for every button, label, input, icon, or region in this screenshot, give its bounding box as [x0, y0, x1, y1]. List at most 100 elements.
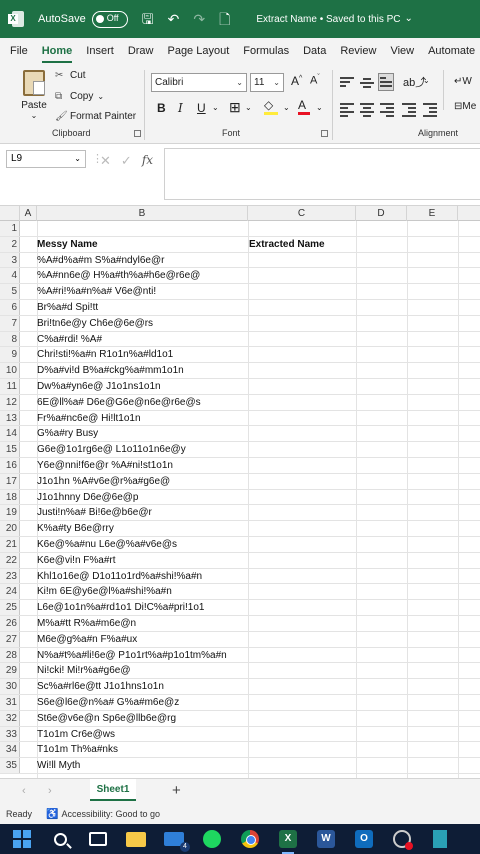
save-icon[interactable]: 🖫: [142, 12, 154, 26]
clipboard-launcher-icon[interactable]: [134, 130, 141, 137]
column-header-a[interactable]: A: [20, 206, 37, 221]
tab-review[interactable]: Review: [333, 38, 383, 64]
tab-data[interactable]: Data: [296, 38, 333, 64]
fill-color-chevron-icon[interactable]: ⌄: [283, 103, 290, 112]
cell-b[interactable]: K6e@vi!n F%a#rt: [37, 553, 116, 568]
row-header[interactable]: 5: [0, 284, 20, 299]
tab-home[interactable]: Home: [35, 38, 80, 64]
cell-b[interactable]: J1o1hnny D6e@6e@p: [37, 490, 138, 505]
tab-insert[interactable]: Insert: [79, 38, 121, 64]
cell-b[interactable]: 6E@ll%a# D6e@G6e@n6e@r6e@s: [37, 395, 201, 410]
cell-b[interactable]: L6e@1o1n%a#rd1o1 Di!C%a#pri!1o1: [37, 600, 205, 615]
new-document-icon[interactable]: 🗋: [219, 12, 230, 26]
paste-button[interactable]: Paste ⌄: [20, 70, 48, 120]
row-header[interactable]: 20: [0, 521, 20, 536]
file-explorer-button[interactable]: [124, 827, 148, 851]
cell-b[interactable]: Fr%a#nc6e@ Hi!lt1o1n: [37, 411, 141, 426]
app-taskbar-button[interactable]: [428, 827, 452, 851]
copy-button[interactable]: ⧉ Copy ⌄: [55, 91, 104, 102]
select-all-corner[interactable]: [0, 206, 20, 221]
column-header-e[interactable]: E: [407, 206, 458, 221]
wrap-text-button[interactable]: ↵W: [454, 76, 472, 87]
row-header[interactable]: 31: [0, 694, 20, 710]
chrome-button[interactable]: [238, 827, 262, 851]
row-header[interactable]: 32: [0, 710, 20, 726]
orientation-chevron-icon[interactable]: ⌄: [423, 76, 430, 85]
excel-taskbar-button[interactable]: X: [276, 827, 300, 854]
align-left-icon[interactable]: [340, 101, 354, 119]
align-right-icon[interactable]: [380, 101, 394, 119]
title-chevron-icon[interactable]: ⌄: [405, 12, 413, 26]
column-header-c[interactable]: C: [248, 206, 356, 221]
cell-b[interactable]: Ni!cki! Mi!r%a#g6e@: [37, 663, 131, 678]
tab-file[interactable]: File: [0, 38, 35, 64]
font-color-chevron-icon[interactable]: ⌄: [316, 103, 323, 112]
sheet-tab-sheet1[interactable]: Sheet1: [90, 779, 136, 801]
cell-b[interactable]: Dw%a#yn6e@ J1o1ns1o1n: [37, 379, 161, 394]
cell-b[interactable]: T1o1m Cr6e@ws: [37, 727, 115, 742]
fill-color-icon[interactable]: ◇: [264, 98, 278, 115]
column-header-d[interactable]: D: [356, 206, 407, 221]
spotify-button[interactable]: [200, 827, 224, 851]
tab-automate[interactable]: Automate: [421, 38, 480, 64]
cell-b[interactable]: C%a#rdi! %A#: [37, 332, 102, 347]
sheet-next-icon[interactable]: ›: [48, 785, 52, 797]
cell-b[interactable]: Sc%a#rl6e@tt J1o1hns1o1n: [37, 679, 164, 694]
undo-icon[interactable]: ↶: [168, 12, 180, 26]
font-size-select[interactable]: 11 ⌄: [250, 73, 284, 92]
cell-b[interactable]: Justi!n%a# Bi!6e@b6e@r: [37, 505, 152, 520]
row-header[interactable]: 21: [0, 536, 20, 552]
row-header[interactable]: 30: [0, 679, 20, 694]
tab-page-layout[interactable]: Page Layout: [160, 38, 236, 64]
row-header[interactable]: 33: [0, 726, 20, 742]
search-button[interactable]: [48, 827, 72, 851]
cell-b[interactable]: St6e@v6e@n Sp6e@llb6e@rg: [37, 711, 176, 726]
word-taskbar-button[interactable]: W: [314, 827, 338, 851]
row-header[interactable]: 25: [0, 600, 20, 615]
row-header[interactable]: 12: [0, 394, 20, 410]
row-header[interactable]: 23: [0, 568, 20, 584]
font-name-select[interactable]: Calibri ⌄: [151, 73, 247, 92]
cell-b[interactable]: G6e@1o1rg6e@ L1o11o1n6e@y: [37, 442, 186, 457]
cell-b[interactable]: M6e@g%a#n F%a#ux: [37, 632, 137, 647]
row-header[interactable]: 35: [0, 758, 20, 773]
row-header[interactable]: 13: [0, 410, 20, 426]
row-header[interactable]: 19: [0, 505, 20, 521]
row-header[interactable]: 6: [0, 299, 20, 315]
cell-b[interactable]: K%a#ty B6e@rry: [37, 521, 114, 536]
row-header[interactable]: 9: [0, 347, 20, 363]
sheet-prev-icon[interactable]: ‹: [22, 785, 26, 797]
format-painter-button[interactable]: 🖌 Format Painter: [55, 111, 136, 122]
outlook-taskbar-button[interactable]: O: [352, 827, 376, 851]
column-header-b[interactable]: B: [37, 206, 248, 221]
bold-button[interactable]: B: [157, 101, 166, 115]
row-header[interactable]: 14: [0, 426, 20, 442]
insert-function-button[interactable]: fx: [142, 153, 153, 169]
tab-formulas[interactable]: Formulas: [236, 38, 296, 64]
cell-b[interactable]: %A#ri!%a#n%a# V6e@nti!: [37, 284, 156, 299]
add-sheet-icon[interactable]: +: [172, 782, 181, 799]
row-header[interactable]: 15: [0, 442, 20, 457]
row-header[interactable]: 1: [0, 221, 20, 236]
merge-center-button[interactable]: ⊟Me: [454, 101, 476, 112]
cell-b[interactable]: N%a#t%a#li!6e@ P1o1rt%a#p1o1tm%a#n: [37, 648, 227, 663]
cell-b[interactable]: Ki!m 6E@y6e@l%a#shi!%a#n: [37, 584, 172, 599]
paste-chevron-icon[interactable]: ⌄: [20, 111, 48, 120]
align-center-icon[interactable]: [360, 101, 374, 119]
cell-b[interactable]: %A#d%a#m S%a#ndyl6e@r: [37, 253, 164, 268]
cell-b[interactable]: Wi!ll Myth: [37, 758, 80, 773]
cell-c[interactable]: Extracted Name: [249, 237, 325, 252]
accessibility-icon[interactable]: ♿: [46, 809, 58, 820]
grow-font-button[interactable]: A^: [291, 74, 302, 88]
row-header[interactable]: 7: [0, 315, 20, 331]
cell-b[interactable]: G%a#ry Busy: [37, 426, 98, 441]
cell-b[interactable]: J1o1hn %A#v6e@r%a#g6e@: [37, 474, 170, 489]
align-bottom-icon[interactable]: [378, 73, 394, 91]
cell-b[interactable]: K6e@%a#nu L6e@%a#v6e@s: [37, 537, 177, 552]
row-header[interactable]: 34: [0, 742, 20, 758]
align-middle-icon[interactable]: [360, 76, 374, 90]
cell-b[interactable]: Chri!sti!%a#n R1o1n%a#ld1o1: [37, 347, 173, 362]
tab-view[interactable]: View: [383, 38, 421, 64]
borders-icon[interactable]: ⊞: [229, 99, 241, 116]
row-header[interactable]: 28: [0, 647, 20, 663]
